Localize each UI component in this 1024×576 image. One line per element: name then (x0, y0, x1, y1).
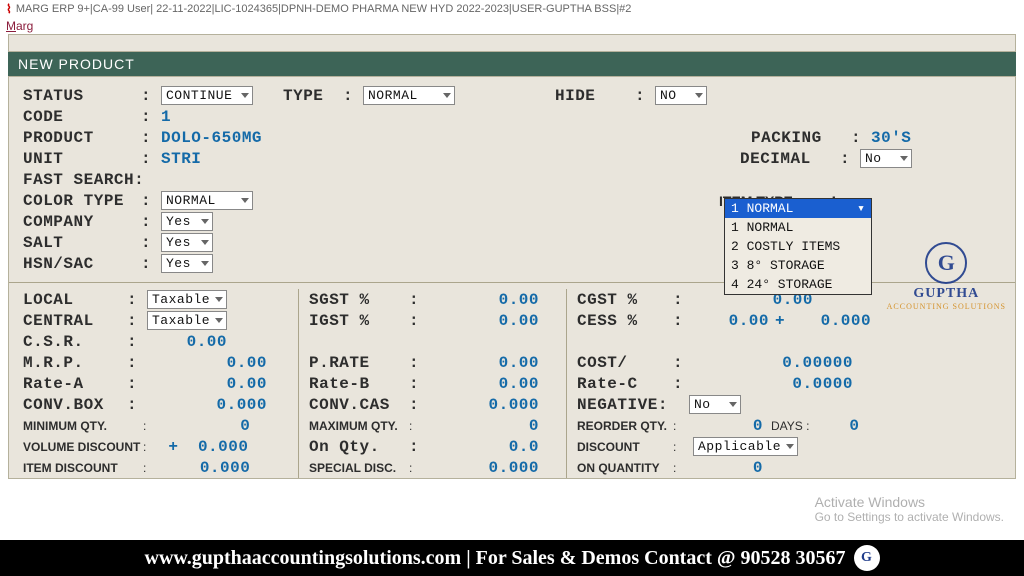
specdisc-value[interactable]: 0.000 (429, 459, 539, 477)
voldisc-label: VOLUME DISCOUNT (23, 440, 143, 454)
footer-text: www.gupthaaccountingsolutions.com | For … (145, 547, 846, 570)
panel-title: NEW PRODUCT (8, 52, 1016, 76)
salt-label: SALT (23, 234, 141, 252)
sgst-label: SGST % (309, 291, 409, 309)
igst-value[interactable]: 0.00 (429, 312, 539, 330)
minqty-label: MINIMUM QTY. (23, 419, 143, 433)
central-label: CENTRAL (23, 312, 127, 330)
menu-marg-rest: arg (16, 19, 33, 33)
cost-value[interactable]: 0.00000 (693, 354, 853, 372)
colortype-label: COLOR TYPE (23, 192, 141, 210)
discount-select[interactable]: Applicable (693, 437, 798, 456)
convbox-value[interactable]: 0.000 (147, 396, 267, 414)
itemtype-option[interactable]: 2 COSTLY ITEMS (725, 237, 871, 256)
convbox-label: CONV.BOX (23, 396, 127, 414)
voldisc-value[interactable]: 0.000 (178, 438, 248, 456)
csr-value[interactable]: 0.00 (147, 333, 227, 351)
cgst-label: CGST % (577, 291, 673, 309)
unit-value[interactable]: STRI (161, 150, 201, 168)
cess-label: CESS % (577, 312, 673, 330)
local-select[interactable]: Taxable (147, 290, 227, 309)
igst-label: IGST % (309, 312, 409, 330)
maxqty-value[interactable]: 0 (429, 417, 539, 435)
prate-label: P.RATE (309, 354, 409, 372)
onquantity-label: ON QUANTITY (577, 461, 673, 475)
itemdisc-label: ITEM DISCOUNT (23, 461, 143, 475)
onquantity-value[interactable]: 0 (693, 459, 763, 477)
itemdisc-value[interactable]: 0.000 (146, 459, 250, 477)
itemtype-selected[interactable]: 1 NORMAL▾ (725, 199, 871, 218)
window-titlebar: ⌇ MARG ERP 9+|CA-99 User| 22-11-2022|LIC… (0, 0, 1024, 18)
type-label: TYPE (283, 87, 343, 105)
hsn-label: HSN/SAC (23, 255, 141, 273)
status-label: STATUS (23, 87, 141, 105)
convcas-label: CONV.CAS (309, 396, 409, 414)
brand-watermark: G GUPTHA ACCOUNTING SOLUTIONS (887, 242, 1006, 311)
local-label: LOCAL (23, 291, 127, 309)
convcas-value[interactable]: 0.000 (429, 396, 539, 414)
prate-value[interactable]: 0.00 (429, 354, 539, 372)
onqty-label: On Qty. (309, 438, 409, 456)
salt-select[interactable]: Yes (161, 233, 213, 252)
itemtype-option[interactable]: 3 8° STORAGE (725, 256, 871, 275)
chevron-down-icon: ▾ (857, 201, 865, 216)
fastsearch-label: FAST SEARCH: (23, 171, 183, 189)
packing-label: PACKING (751, 129, 851, 147)
ratec-label: Rate-C (577, 375, 673, 393)
ratea-label: Rate-A (23, 375, 127, 393)
csr-label: C.S.R. (23, 333, 127, 351)
specdisc-label: SPECIAL DISC. (309, 461, 409, 475)
maxqty-label: MAXIMUM QTY. (309, 419, 409, 433)
minqty-value[interactable]: 0 (146, 417, 250, 435)
cost-label: COST/ (577, 354, 673, 372)
ratea-value[interactable]: 0.00 (147, 375, 267, 393)
windows-activation-watermark: Activate Windows Go to Settings to activ… (815, 494, 1004, 524)
decimal-label: DECIMAL (740, 150, 840, 168)
cess-value2[interactable]: 0.000 (791, 312, 871, 330)
status-select[interactable]: CONTINUE (161, 86, 253, 105)
window-title: MARG ERP 9+|CA-99 User| 22-11-2022|LIC-1… (16, 3, 632, 15)
toolbar-strip (8, 34, 1016, 52)
negative-label: NEGATIVE: (577, 396, 689, 414)
sgst-value[interactable]: 0.00 (429, 291, 539, 309)
ratec-value[interactable]: 0.0000 (693, 375, 853, 393)
company-label: COMPANY (23, 213, 141, 231)
app-logo-icon: ⌇ (6, 2, 12, 16)
cess-value1[interactable]: 0.00 (693, 312, 769, 330)
packing-value[interactable]: 30'S (871, 129, 1001, 147)
days-label: DAYS : (771, 419, 809, 433)
reorder-value[interactable]: 0 (693, 417, 763, 435)
negative-select[interactable]: No (689, 395, 741, 414)
itemtype-dropdown[interactable]: 1 NORMAL▾ 1 NORMAL 2 COSTLY ITEMS 3 8° S… (724, 198, 872, 295)
discount-label: DISCOUNT (577, 440, 673, 454)
footer-banner: www.gupthaaccountingsolutions.com | For … (0, 540, 1024, 576)
decimal-select[interactable]: No (860, 149, 912, 168)
hide-label: HIDE (555, 87, 635, 105)
product-label: PRODUCT (23, 129, 141, 147)
brand-icon: G (925, 242, 967, 284)
rateb-label: Rate-B (309, 375, 409, 393)
type-select[interactable]: NORMAL (363, 86, 455, 105)
central-select[interactable]: Taxable (147, 311, 227, 330)
footer-logo-icon: G (854, 545, 880, 571)
mrp-value[interactable]: 0.00 (147, 354, 267, 372)
colortype-select[interactable]: NORMAL (161, 191, 253, 210)
itemtype-option[interactable]: 1 NORMAL (725, 218, 871, 237)
unit-label: UNIT (23, 150, 141, 168)
hide-select[interactable]: NO (655, 86, 707, 105)
code-value[interactable]: 1 (161, 108, 171, 126)
onqty-value[interactable]: 0.0 (429, 438, 539, 456)
days-value[interactable]: 0 (809, 417, 859, 435)
mrp-label: M.R.P. (23, 354, 127, 372)
product-value[interactable]: DOLO-650MG (161, 129, 262, 147)
hsn-select[interactable]: Yes (161, 254, 213, 273)
itemtype-option[interactable]: 4 24° STORAGE (725, 275, 871, 294)
reorder-label: REORDER QTY. (577, 419, 673, 433)
company-select[interactable]: Yes (161, 212, 213, 231)
rateb-value[interactable]: 0.00 (429, 375, 539, 393)
code-label: CODE (23, 108, 141, 126)
menu-marg[interactable]: Marg (0, 18, 1024, 34)
